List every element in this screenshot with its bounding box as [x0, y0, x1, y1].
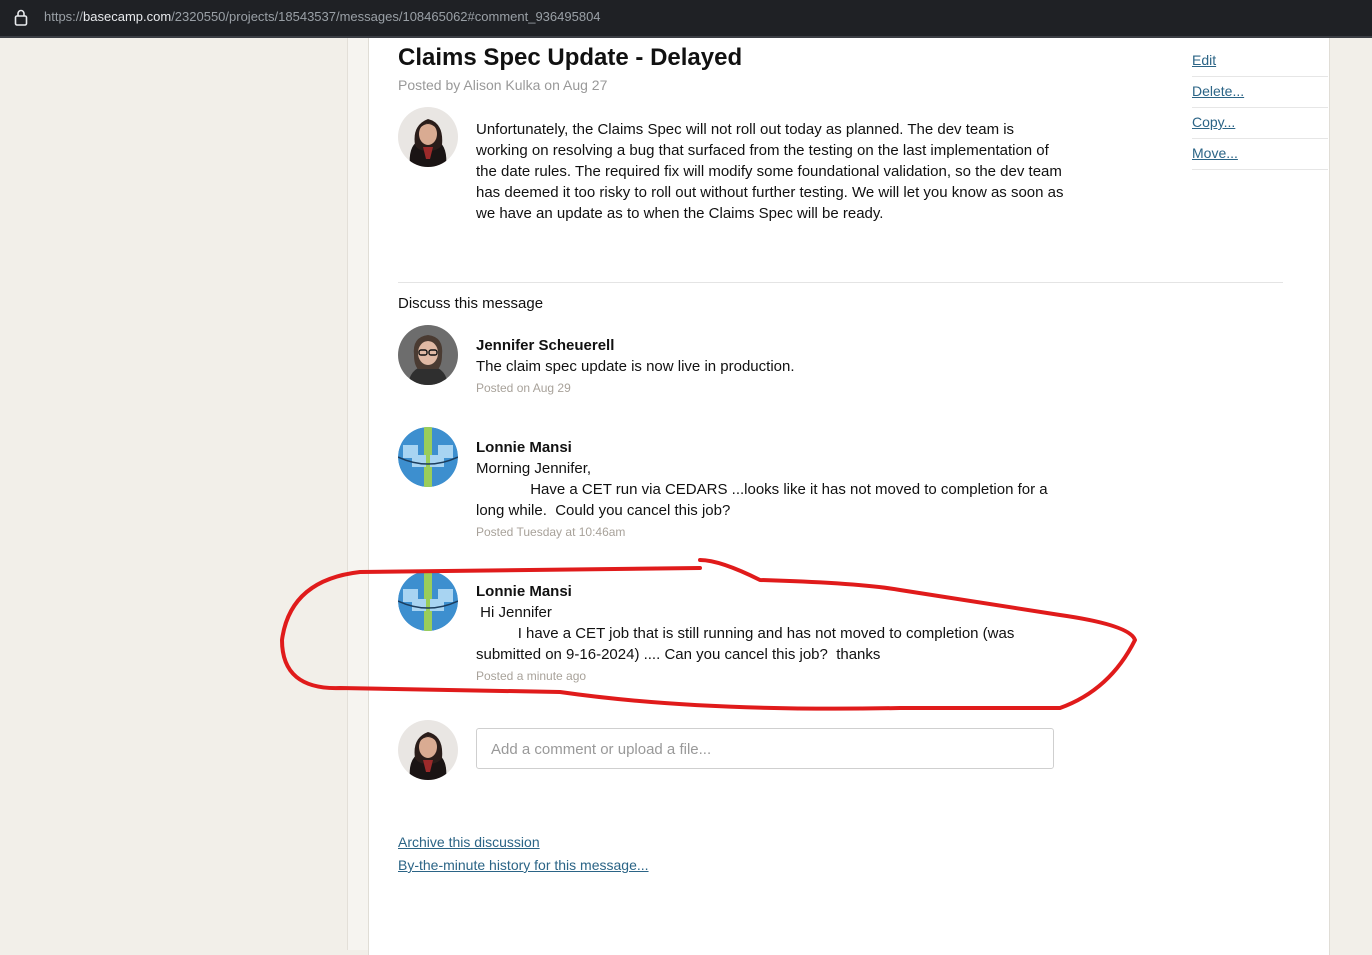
comment-timestamp[interactable]: Posted on Aug 29: [476, 377, 1076, 399]
alison-avatar-image: [398, 720, 458, 780]
comment-text: Hi Jennifer I have a CET job that is sti…: [476, 604, 1015, 663]
comment-timestamp[interactable]: Posted a minute ago: [476, 665, 1076, 687]
move-link[interactable]: Move...: [1192, 139, 1328, 170]
comment-author[interactable]: Lonnie Mansi: [476, 437, 1076, 458]
url-text[interactable]: https://basecamp.com/2320550/projects/18…: [44, 9, 601, 24]
url-path: /2320550/projects/18543537/messages/1084…: [171, 9, 601, 24]
left-sheet-edge: [347, 38, 369, 950]
footer-links: Archive this discussion By-the-minute hi…: [398, 831, 649, 877]
message-actions-menu: Edit Delete... Copy... Move...: [1192, 46, 1328, 170]
comment-item: Lonnie Mansi Morning Jennifer, Have a CE…: [476, 437, 1076, 543]
page-title: Claims Spec Update - Delayed: [398, 44, 743, 71]
section-divider: [398, 282, 1283, 283]
commenter-avatar[interactable]: [398, 325, 458, 385]
archive-discussion-link[interactable]: Archive this discussion: [398, 831, 649, 854]
url-prefix: https://: [44, 9, 84, 24]
copy-link[interactable]: Copy...: [1192, 108, 1328, 139]
lonnie-avatar-image: [398, 427, 458, 487]
browser-address-bar[interactable]: https://basecamp.com/2320550/projects/18…: [0, 0, 1372, 38]
alison-avatar-image: [398, 107, 458, 167]
history-link[interactable]: By-the-minute history for this message..…: [398, 854, 649, 877]
message-body: Unfortunately, the Claims Spec will not …: [476, 121, 1064, 222]
comment-timestamp[interactable]: Posted Tuesday at 10:46am: [476, 521, 1076, 543]
comment-item: Lonnie Mansi Hi Jennifer I have a CET jo…: [476, 581, 1076, 687]
url-domain: basecamp.com: [83, 9, 172, 24]
comment-author[interactable]: Lonnie Mansi: [476, 581, 1076, 602]
message-byline: Posted by Alison Kulka on Aug 27: [398, 77, 608, 93]
delete-link[interactable]: Delete...: [1192, 77, 1328, 108]
commenter-avatar[interactable]: [398, 427, 458, 487]
comment-text: The claim spec update is now live in pro…: [476, 358, 795, 375]
comment-input[interactable]: Add a comment or upload a file...: [476, 728, 1054, 769]
edit-link[interactable]: Edit: [1192, 46, 1328, 77]
current-user-avatar: [398, 720, 458, 780]
comment-author[interactable]: Jennifer Scheuerell: [476, 335, 1076, 356]
jennifer-avatar-image: [398, 325, 458, 385]
discussion-heading: Discuss this message: [398, 295, 544, 312]
author-avatar[interactable]: [398, 107, 458, 167]
lonnie-avatar-image: [398, 571, 458, 631]
lock-icon: [14, 9, 28, 26]
commenter-avatar[interactable]: [398, 571, 458, 631]
comment-text: Morning Jennifer, Have a CET run via CED…: [476, 460, 1048, 519]
comment-item: Jennifer Scheuerell The claim spec updat…: [476, 335, 1076, 399]
